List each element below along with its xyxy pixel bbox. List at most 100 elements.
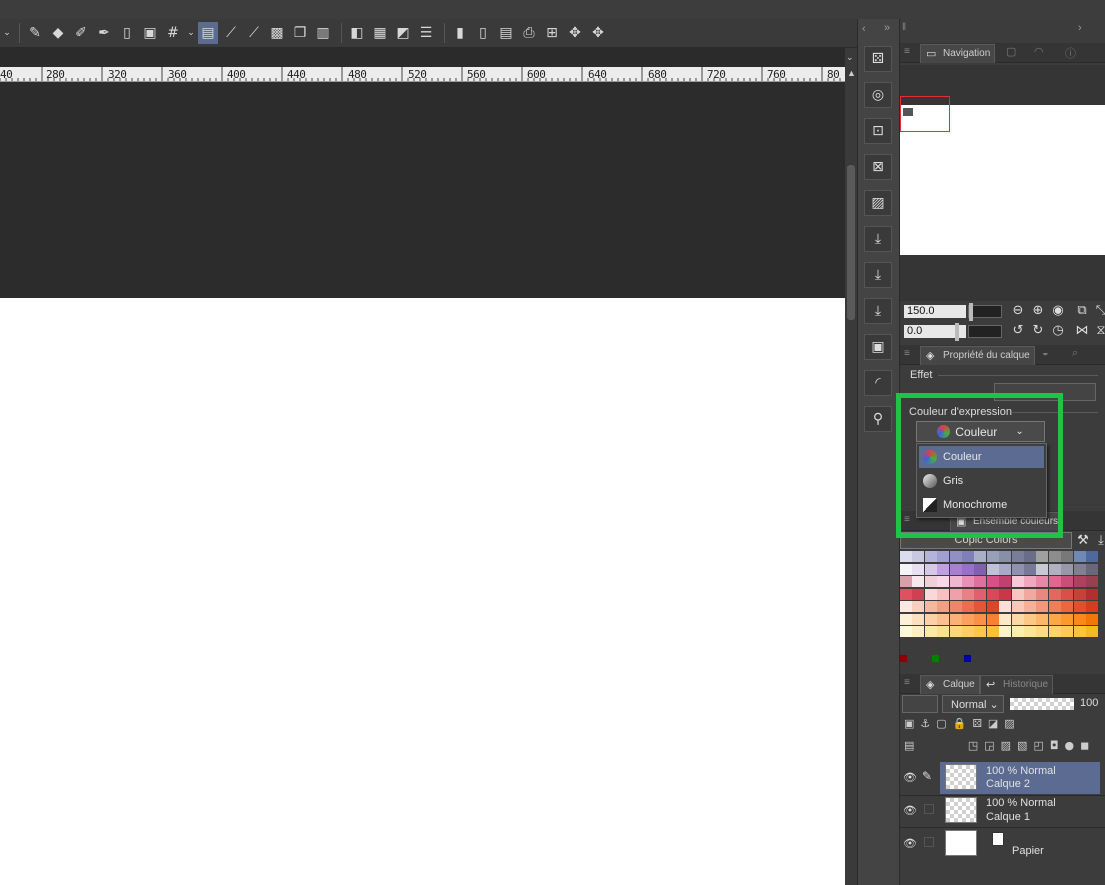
color-swatch[interactable] <box>1036 576 1049 587</box>
layer-tools-row[interactable]: ▣⚓▢🔒⚄◪▨ <box>904 717 1104 735</box>
rotate-right-icon[interactable]: ↻ <box>1030 323 1046 339</box>
color-swatch[interactable] <box>1061 576 1074 587</box>
color-swatch[interactable] <box>924 576 937 587</box>
page-alt-icon[interactable]: ▯ <box>473 22 493 44</box>
color-swatch[interactable] <box>1048 601 1061 612</box>
color-swatch[interactable] <box>1086 576 1098 587</box>
transform-panel-icon[interactable]: ⊡ <box>864 118 892 144</box>
color-swatch[interactable] <box>1036 613 1049 625</box>
color-swatch[interactable] <box>1011 626 1024 637</box>
transform-icon[interactable]: ◩ <box>393 22 413 44</box>
color-swatch[interactable] <box>974 551 987 562</box>
color-swatch[interactable] <box>999 601 1012 612</box>
color-swatch[interactable] <box>1048 613 1061 625</box>
menu-grip-icon[interactable]: ≡ <box>904 46 910 57</box>
eye-icon[interactable]: 👁 <box>903 771 917 784</box>
frame-icon[interactable]: ▯ <box>117 22 137 44</box>
color-swatch[interactable] <box>986 626 999 637</box>
color-swatch[interactable] <box>949 563 962 575</box>
color-swatch[interactable] <box>1086 613 1098 625</box>
color-swatch[interactable] <box>1061 626 1074 637</box>
color-swatch[interactable] <box>962 551 974 562</box>
color-swatch[interactable] <box>962 601 974 612</box>
magnify-icon[interactable]: ⌕ <box>1072 347 1078 360</box>
color-swatch[interactable] <box>962 576 974 587</box>
color-swatch[interactable] <box>1073 613 1086 625</box>
color-swatch[interactable] <box>924 613 937 625</box>
color-swatch[interactable] <box>900 551 912 562</box>
color-swatch[interactable] <box>1024 626 1036 637</box>
scrollbar-thumb[interactable] <box>847 165 855 320</box>
color-swatch[interactable] <box>1073 626 1086 637</box>
color-swatch[interactable] <box>1011 576 1024 587</box>
color-swatch[interactable] <box>1086 626 1098 637</box>
color-swatch[interactable] <box>1011 588 1024 600</box>
paste-icon[interactable]: ▥ <box>313 22 333 44</box>
color-swatch[interactable] <box>986 601 999 612</box>
search-icon[interactable]: ◎ <box>864 82 892 108</box>
special-icon[interactable]: ⊞ <box>542 22 562 44</box>
help-icon[interactable]: ⓘ <box>1065 45 1076 61</box>
chevron-left-icon[interactable]: ‹ <box>862 23 866 35</box>
copy-icon[interactable]: ❐ <box>290 22 310 44</box>
tab-navigation[interactable]: ▭ Navigation <box>920 44 996 63</box>
color-swatch[interactable] <box>974 613 987 625</box>
color-swatch[interactable] <box>999 613 1012 625</box>
pen-icon[interactable]: ✎ <box>25 22 45 44</box>
color-swatch[interactable] <box>900 563 912 575</box>
layer-icon[interactable]: ◧ <box>347 22 367 44</box>
color-swatch[interactable] <box>937 601 950 612</box>
zoom-in-icon[interactable]: ⊕ <box>1030 303 1046 319</box>
reset-rotation-icon[interactable]: ◷ <box>1050 323 1066 339</box>
color-swatch[interactable] <box>924 588 937 600</box>
color-swatch[interactable] <box>937 576 950 587</box>
color-swatch[interactable] <box>924 563 937 575</box>
flip-icon[interactable]: ☰ <box>416 22 436 44</box>
double-chevron-icon[interactable]: » <box>884 22 890 34</box>
tab-layer-property[interactable]: ◈ Propriété du calque <box>920 346 1035 365</box>
layer-lock-box[interactable] <box>924 804 934 814</box>
opacity-slider[interactable] <box>1010 698 1074 710</box>
pencil-icon[interactable]: ✐ <box>71 22 91 44</box>
color-swatch[interactable] <box>949 613 962 625</box>
download-alt-icon[interactable]: ⤓ <box>864 262 892 288</box>
menu-grip-icon[interactable]: ≡ <box>904 348 910 359</box>
color-swatch[interactable] <box>986 563 999 575</box>
color-swatch[interactable] <box>937 613 950 625</box>
canvas-background[interactable] <box>0 82 845 298</box>
info-icon[interactable]: ◠ <box>1034 45 1044 58</box>
flip-horizontal-icon[interactable]: ⋈ <box>1074 323 1090 339</box>
color-swatch[interactable] <box>1048 563 1061 575</box>
layer-search-icon[interactable]: ◒ <box>1042 347 1049 359</box>
canvas-paper[interactable] <box>0 298 845 885</box>
color-swatch[interactable] <box>949 588 962 600</box>
color-swatch[interactable] <box>900 626 912 637</box>
color-swatch[interactable] <box>949 601 962 612</box>
export-icon[interactable]: ▤ <box>496 22 516 44</box>
download-icon[interactable]: ⤓ <box>864 226 892 252</box>
color-swatch[interactable] <box>1011 601 1024 612</box>
chevron-down-icon[interactable]: ⌄ <box>2 22 12 44</box>
eye-icon[interactable]: 👁 <box>903 804 917 817</box>
chevron-right-icon[interactable]: › <box>1078 22 1082 34</box>
color-swatch[interactable] <box>1011 613 1024 625</box>
color-swatch[interactable] <box>924 601 937 612</box>
blend-mode-select[interactable]: Normal ⌄ <box>942 695 1004 713</box>
color-swatch[interactable] <box>999 551 1012 562</box>
color-swatch[interactable] <box>974 588 987 600</box>
color-swatch[interactable] <box>937 626 950 637</box>
zoom-value[interactable]: 150.0 <box>904 305 966 318</box>
color-swatch[interactable] <box>1048 576 1061 587</box>
figure-icon[interactable]: ⚲ <box>864 406 892 432</box>
color-swatch[interactable] <box>986 613 999 625</box>
color-swatch[interactable] <box>1061 588 1074 600</box>
layer-lock-box[interactable] <box>924 837 934 847</box>
color-swatch[interactable] <box>912 576 925 587</box>
zoom-out-icon[interactable]: ⊖ <box>1010 303 1026 319</box>
color-swatch[interactable] <box>912 626 925 637</box>
ruler-icon[interactable]: ▤ <box>198 22 218 44</box>
layer-name[interactable]: Calque 2 <box>986 778 1030 791</box>
color-swatch[interactable] <box>1073 551 1086 562</box>
color-swatch[interactable] <box>1036 626 1049 637</box>
color-swatch[interactable] <box>912 551 925 562</box>
